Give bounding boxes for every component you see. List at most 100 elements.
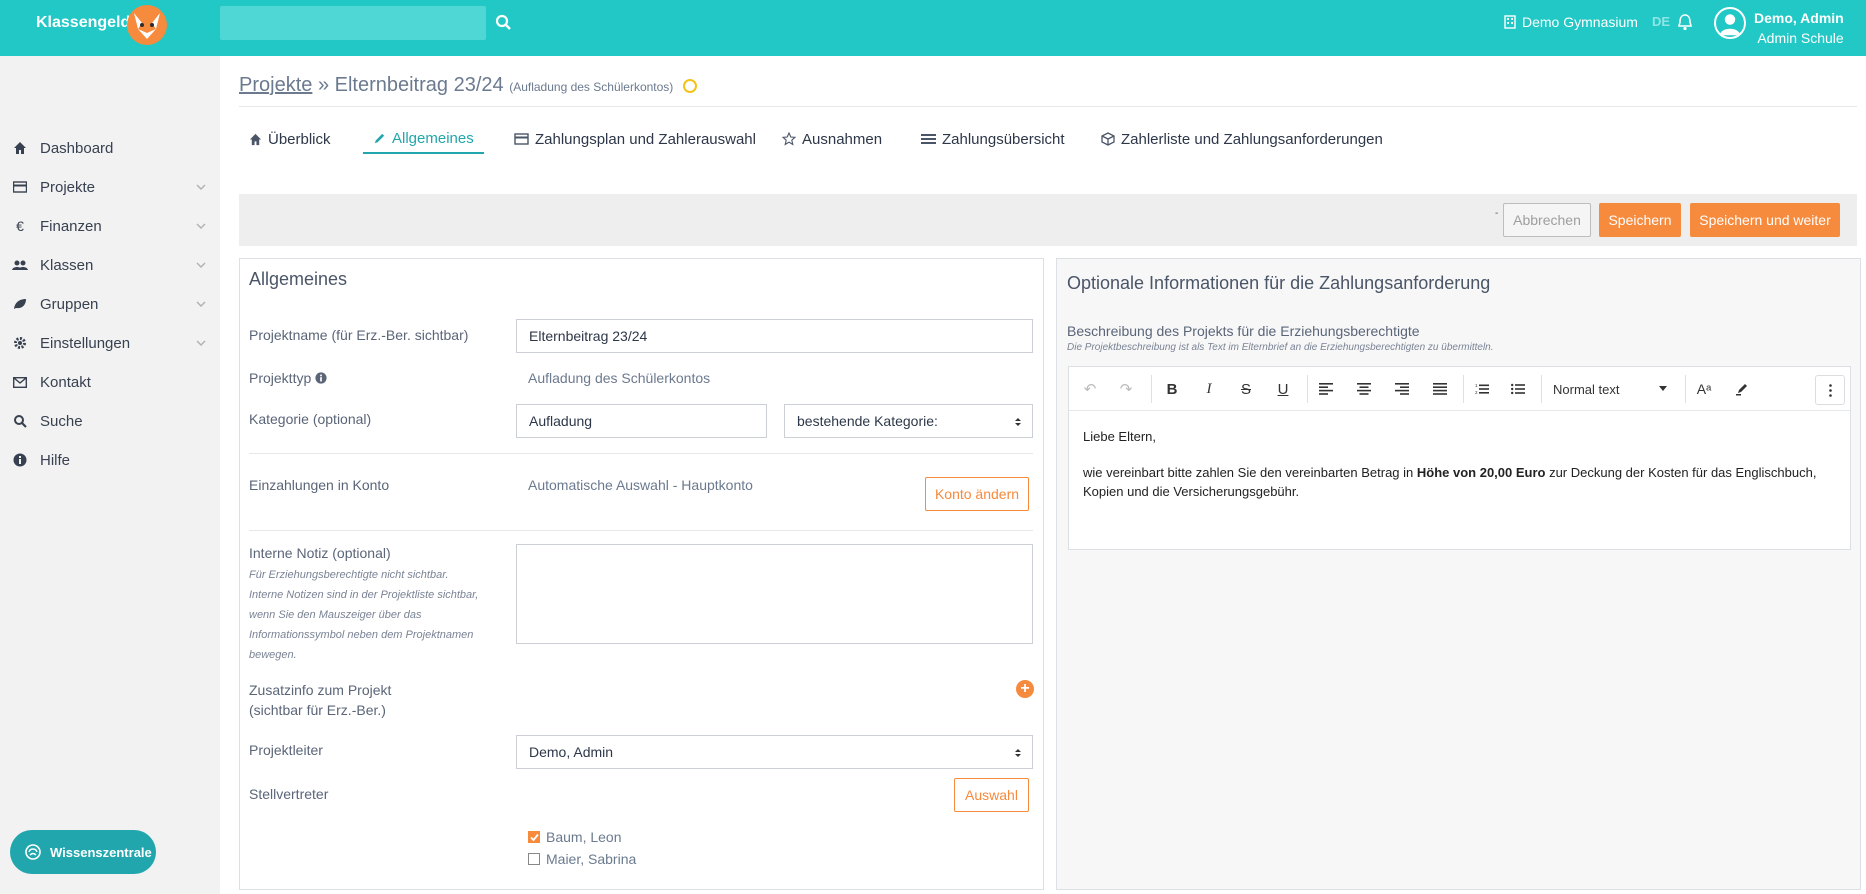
add-extra-info-button[interactable]: + (1016, 680, 1034, 698)
more-options-icon[interactable] (1815, 375, 1845, 405)
select-arrows-icon (1015, 418, 1021, 426)
tab-label: Zahlungsübersicht (942, 130, 1065, 148)
editor-paragraph: wie vereinbart bitte zahlen Sie den vere… (1083, 463, 1843, 501)
bullet-list-icon[interactable] (1505, 377, 1531, 401)
optional-info-heading: Optionale Informationen für die Zahlungs… (1067, 273, 1491, 293)
numbered-list-icon[interactable]: 12 (1469, 377, 1495, 401)
category-select-value: bestehende Kategorie: (797, 413, 938, 429)
toolbar-divider (1463, 375, 1464, 403)
card-icon (12, 179, 28, 195)
sidebar-item-label: Projekte (40, 178, 96, 196)
avatar[interactable] (1714, 7, 1746, 39)
leader-select[interactable]: Demo, Admin (516, 735, 1033, 769)
brain-icon (25, 844, 41, 860)
align-left-icon[interactable] (1313, 377, 1339, 401)
tab-ausnahmen[interactable]: Ausnahmen (782, 124, 882, 154)
extra-info-label: Zusatzinfo zum Projekt (sichtbar für Erz… (249, 680, 391, 720)
editor-content[interactable]: Liebe Eltern, wie vereinbart bitte zahle… (1083, 427, 1843, 501)
user-menu[interactable]: Demo, Admin Admin Schule (1754, 8, 1844, 48)
cancel-button[interactable]: Abbrechen (1503, 203, 1591, 237)
info-icon (12, 452, 28, 468)
note-help-line: Interne Notizen sind in der Projektliste… (249, 589, 479, 601)
project-name-input[interactable]: Elternbeitrag 23/24 (516, 319, 1033, 353)
toolbar-divider (1685, 375, 1686, 403)
card-icon (514, 133, 529, 145)
tab-label: Allgemeines (392, 129, 474, 147)
pencil-icon (374, 133, 385, 143)
redo-icon[interactable]: ↷ (1113, 377, 1139, 401)
save-and-continue-button[interactable]: Speichern und weiter (1690, 203, 1840, 237)
sidebar-item-label: Dashboard (40, 139, 114, 157)
align-right-icon[interactable] (1389, 377, 1415, 401)
underline-icon[interactable]: U (1270, 377, 1296, 401)
tab-zahlerliste[interactable]: Zahlerliste und Zahlungsanforderungen (1101, 124, 1383, 154)
font-size-icon[interactable]: Aᵃ (1691, 377, 1717, 401)
save-button[interactable]: Speichern (1599, 203, 1681, 237)
sidebar-item-label: Kontakt (40, 373, 91, 391)
search-input[interactable] (220, 6, 486, 40)
checkbox-checked[interactable] (528, 831, 540, 843)
divider (239, 106, 1857, 107)
sidebar-item-projekte[interactable]: Projekte (0, 169, 220, 205)
sidebar-item-klassen[interactable]: Klassen (0, 247, 220, 283)
deputy-checkbox-row[interactable]: Maier, Sabrina (528, 851, 636, 867)
leader-select-value: Demo, Admin (529, 744, 614, 760)
description-help: Die Projektbeschreibung ist als Text im … (1067, 342, 1494, 353)
extra-info-label-line: Zusatzinfo zum Projekt (249, 682, 392, 698)
tab-allgemeines[interactable]: Allgemeines (363, 124, 484, 154)
note-label: Interne Notiz (optional) (249, 545, 391, 561)
editor-bold-text: Höhe von 20,00 Euro (1416, 465, 1546, 480)
breadcrumb-projekte-link[interactable]: Projekte (239, 74, 312, 96)
language-switch[interactable]: DE (1652, 14, 1670, 29)
school-link[interactable]: Demo Gymnasium (1504, 14, 1638, 30)
strikethrough-icon[interactable]: S (1233, 377, 1259, 401)
search-icon[interactable] (494, 13, 514, 33)
editor-blank-line (1083, 446, 1843, 463)
breadcrumb-separator: » (317, 74, 330, 96)
tab-zahlungsplan[interactable]: Zahlungsplan und Zahlerauswahl (514, 124, 756, 154)
tab-label: Ausnahmen (802, 130, 883, 148)
knowledge-center-button[interactable]: Wissenszentrale (10, 830, 156, 874)
sidebar-item-label: Gruppen (40, 295, 99, 313)
deputy-name: Baum, Leon (546, 829, 622, 845)
sidebar-item-kontakt[interactable]: Kontakt (0, 364, 220, 400)
top-bar: Klassengeld Demo Gymnasium DE Demo, Admi… (0, 0, 1866, 56)
bell-icon[interactable] (1676, 13, 1694, 31)
brand-name[interactable]: Klassengeld (36, 14, 130, 32)
breadcrumb: Projekte » Elternbeitrag 23/24 (Aufladun… (239, 74, 697, 97)
deputy-label: Stellvertreter (249, 786, 329, 802)
align-center-icon[interactable] (1351, 377, 1377, 401)
note-help: Für Erziehungsberechtigte nicht sichtbar… (249, 565, 509, 665)
tab-ueberblick[interactable]: Überblick (249, 124, 331, 154)
euro-icon: € (16, 218, 24, 234)
change-account-button[interactable]: Konto ändern (925, 477, 1029, 511)
category-select[interactable]: bestehende Kategorie: (784, 404, 1033, 438)
undo-icon[interactable]: ↶ (1077, 377, 1103, 401)
deputy-select-button[interactable]: Auswahl (954, 778, 1029, 812)
checkbox-unchecked[interactable] (528, 853, 540, 865)
tab-zahlungsuebersicht[interactable]: Zahlungsübersicht (921, 124, 1065, 154)
sidebar-item-suche[interactable]: Suche (0, 403, 220, 439)
text-style-select[interactable]: Normal text (1553, 377, 1673, 401)
info-icon[interactable] (315, 372, 327, 384)
fox-logo-icon[interactable] (124, 3, 170, 47)
deputy-checkbox-row[interactable]: Baum, Leon (528, 829, 622, 845)
category-input[interactable]: Aufladung (516, 404, 767, 438)
user-name: Demo, Admin (1754, 10, 1844, 26)
sidebar-item-gruppen[interactable]: Gruppen (0, 286, 220, 322)
sidebar-item-hilfe[interactable]: Hilfe (0, 442, 220, 478)
sidebar-item-einstellungen[interactable]: Einstellungen (0, 325, 220, 361)
category-label: Kategorie (optional) (249, 411, 372, 427)
knowledge-center-label: Wissenszentrale (50, 844, 152, 860)
sidebar-item-dashboard[interactable]: Dashboard (0, 130, 220, 166)
sidebar-item-label: Einstellungen (40, 334, 131, 352)
highlighter-icon[interactable] (1729, 377, 1755, 401)
align-justify-icon[interactable] (1427, 377, 1453, 401)
bold-icon[interactable]: B (1159, 377, 1185, 401)
note-textarea[interactable] (516, 544, 1033, 644)
project-type-label: Projekttyp (249, 370, 312, 386)
rich-text-editor[interactable]: ↶ ↷ B I S U 12 Normal text Aᵃ Liebe Elte… (1068, 366, 1851, 550)
italic-icon[interactable]: I (1196, 377, 1222, 401)
sidebar-item-label: Hilfe (40, 451, 71, 469)
sidebar-item-finanzen[interactable]: € Finanzen (0, 208, 220, 244)
